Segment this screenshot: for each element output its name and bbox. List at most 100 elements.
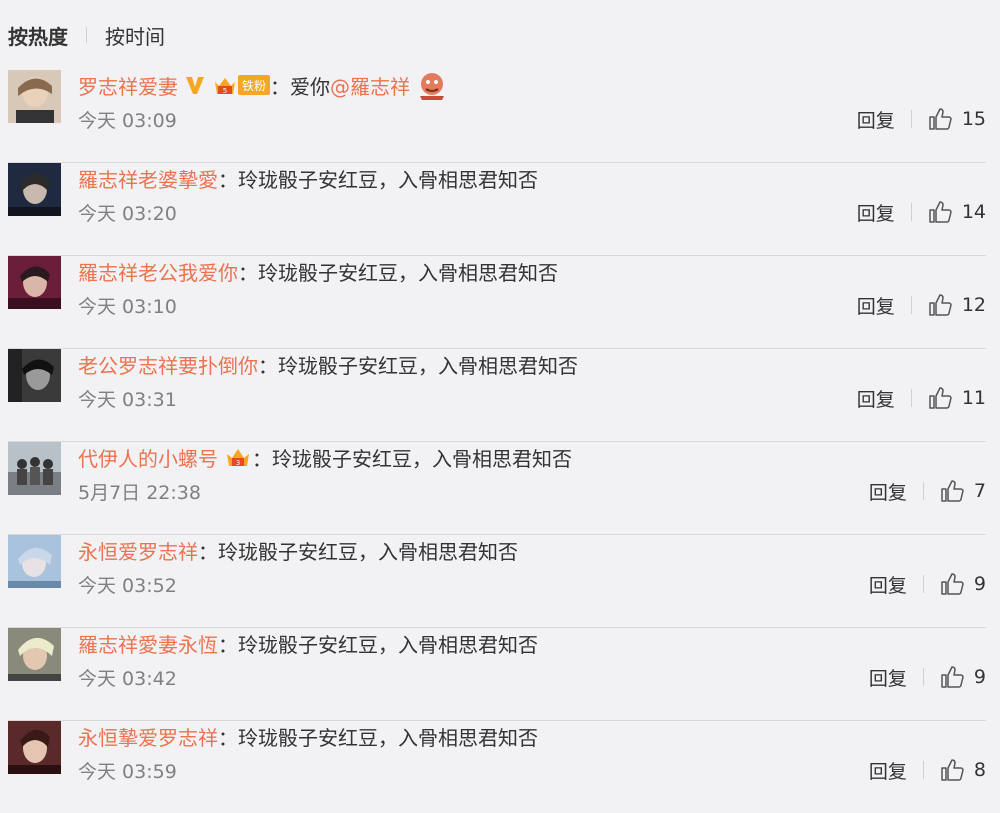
- comment-item: 罗志祥爱妻 5 铁粉 ： 爱你 @羅志祥 今天 03:09 回复 15: [8, 70, 986, 163]
- avatar[interactable]: [8, 163, 61, 216]
- action-divider: [922, 668, 924, 686]
- like-button[interactable]: 15: [928, 107, 986, 131]
- comment-time: 5月7日 22:38: [78, 482, 201, 504]
- colon: ：: [218, 167, 238, 192]
- comment-list: 罗志祥爱妻 5 铁粉 ： 爱你 @羅志祥 今天 03:09 回复 15 羅志祥老…: [0, 70, 1000, 813]
- svg-text:3: 3: [236, 459, 240, 467]
- avatar[interactable]: [8, 721, 61, 774]
- comment-time: 今天 03:31: [78, 389, 177, 411]
- comment-text: 玲珑骰子安红豆，入骨相思君知否: [238, 632, 538, 657]
- like-count: 14: [961, 201, 986, 223]
- comment-item: 代伊人的小螺号 3 ： 玲珑骰子安红豆，入骨相思君知否 5月7日 22:38 回…: [8, 442, 986, 535]
- thumbs-up-icon: [929, 294, 952, 316]
- comment-username[interactable]: 羅志祥老婆摯愛: [78, 164, 218, 193]
- sort-by-time-tab[interactable]: 按时间: [105, 21, 165, 50]
- mention-link[interactable]: @羅志祥: [330, 71, 410, 100]
- avatar[interactable]: [8, 442, 61, 495]
- svg-text:5: 5: [223, 87, 227, 95]
- comment-item: 老公罗志祥要扑倒你 ： 玲珑骰子安红豆，入骨相思君知否 今天 03:31 回复 …: [8, 349, 986, 442]
- comment-item: 羅志祥愛妻永恆 ： 玲珑骰子安红豆，入骨相思君知否 今天 03:42 回复 9: [8, 628, 986, 721]
- comment-username[interactable]: 罗志祥爱妻: [78, 71, 178, 100]
- like-button[interactable]: 12: [928, 293, 986, 317]
- like-count: 12: [961, 294, 986, 316]
- sort-divider: [86, 27, 87, 43]
- comment-text: 玲珑骰子安红豆，入骨相思君知否: [258, 260, 558, 285]
- thumbs-up-icon: [929, 201, 952, 223]
- thumbs-up-icon: [929, 387, 952, 409]
- reply-button[interactable]: 回复: [869, 757, 907, 784]
- comment-time: 今天 03:59: [78, 761, 177, 783]
- fan-crown-icon[interactable]: 5: [212, 74, 238, 96]
- like-button[interactable]: 9: [940, 665, 986, 689]
- comment-item: 羅志祥老婆摯愛 ： 玲珑骰子安红豆，入骨相思君知否 今天 03:20 回复 14: [8, 163, 986, 256]
- avatar[interactable]: [8, 628, 61, 681]
- like-count: 15: [961, 108, 986, 130]
- comment-username[interactable]: 代伊人的小螺号: [78, 443, 218, 472]
- reply-button[interactable]: 回复: [857, 199, 895, 226]
- colon: ：: [252, 446, 272, 471]
- avatar[interactable]: [8, 256, 61, 309]
- comment-item: 永恒爱罗志祥 ： 玲珑骰子安红豆，入骨相思君知否 今天 03:52 回复 9: [8, 535, 986, 628]
- action-divider: [910, 389, 912, 407]
- member-crown-icon[interactable]: 3: [224, 446, 252, 468]
- thumbs-up-icon: [929, 108, 952, 130]
- action-divider: [922, 575, 924, 593]
- comment-username[interactable]: 羅志祥老公我爱你: [78, 257, 238, 286]
- avatar[interactable]: [8, 535, 61, 588]
- comment-username[interactable]: 永恒爱罗志祥: [78, 536, 198, 565]
- reply-button[interactable]: 回复: [857, 106, 895, 133]
- comment-text: 玲珑骰子安红豆，入骨相思君知否: [272, 446, 572, 471]
- avatar[interactable]: [8, 349, 61, 402]
- avatar[interactable]: [8, 70, 61, 123]
- thumbs-up-icon: [941, 666, 964, 688]
- reply-button[interactable]: 回复: [869, 478, 907, 505]
- reply-button[interactable]: 回复: [869, 664, 907, 691]
- comment-time: 今天 03:09: [78, 110, 177, 132]
- comment-time: 今天 03:42: [78, 668, 177, 690]
- action-divider: [922, 482, 924, 500]
- comment-item: 永恒摯爱罗志祥 ： 玲珑骰子安红豆，入骨相思君知否 今天 03:59 回复 8: [8, 721, 986, 813]
- colon: ：: [270, 74, 291, 99]
- colon: ：: [218, 725, 238, 750]
- comment-username[interactable]: 羅志祥愛妻永恆: [78, 629, 218, 658]
- verified-v-icon[interactable]: [184, 74, 206, 96]
- comment-text: 玲珑骰子安红豆，入骨相思君知否: [278, 353, 578, 378]
- comment-text: 玲珑骰子安红豆，入骨相思君知否: [238, 167, 538, 192]
- iron-fan-badge[interactable]: 铁粉: [238, 75, 271, 95]
- comment-text: 玲珑骰子安红豆，入骨相思君知否: [238, 725, 538, 750]
- like-count: 11: [961, 387, 986, 409]
- like-count: 9: [973, 666, 986, 688]
- reply-button[interactable]: 回复: [857, 292, 895, 319]
- like-button[interactable]: 7: [940, 479, 986, 503]
- comment-item: 羅志祥老公我爱你 ： 玲珑骰子安红豆，入骨相思君知否 今天 03:10 回复 1…: [8, 256, 986, 349]
- like-count: 9: [973, 573, 986, 595]
- cartoon-emoji-icon: [416, 70, 448, 100]
- comment-text: 玲珑骰子安红豆，入骨相思君知否: [218, 539, 518, 564]
- colon: ：: [258, 353, 278, 378]
- comment-time: 今天 03:10: [78, 296, 177, 318]
- comment-username[interactable]: 老公罗志祥要扑倒你: [78, 350, 258, 379]
- sort-bar: 按热度 按时间: [0, 0, 1000, 70]
- colon: ：: [198, 539, 218, 564]
- action-divider: [910, 203, 912, 221]
- comment-username[interactable]: 永恒摯爱罗志祥: [78, 722, 218, 751]
- like-button[interactable]: 11: [928, 386, 986, 410]
- like-button[interactable]: 9: [940, 572, 986, 596]
- action-divider: [922, 761, 924, 779]
- thumbs-up-icon: [941, 480, 964, 502]
- reply-button[interactable]: 回复: [869, 571, 907, 598]
- action-divider: [910, 110, 912, 128]
- thumbs-up-icon: [941, 759, 964, 781]
- reply-button[interactable]: 回复: [857, 385, 895, 412]
- colon: ：: [218, 632, 238, 657]
- comment-text: 爱你: [290, 74, 331, 99]
- thumbs-up-icon: [941, 573, 964, 595]
- action-divider: [910, 296, 912, 314]
- like-button[interactable]: 14: [928, 200, 986, 224]
- colon: ：: [238, 260, 258, 285]
- comment-time: 今天 03:20: [78, 203, 177, 225]
- like-button[interactable]: 8: [940, 758, 986, 782]
- sort-by-hot-tab[interactable]: 按热度: [8, 21, 68, 50]
- like-count: 7: [973, 480, 986, 502]
- like-count: 8: [973, 759, 986, 781]
